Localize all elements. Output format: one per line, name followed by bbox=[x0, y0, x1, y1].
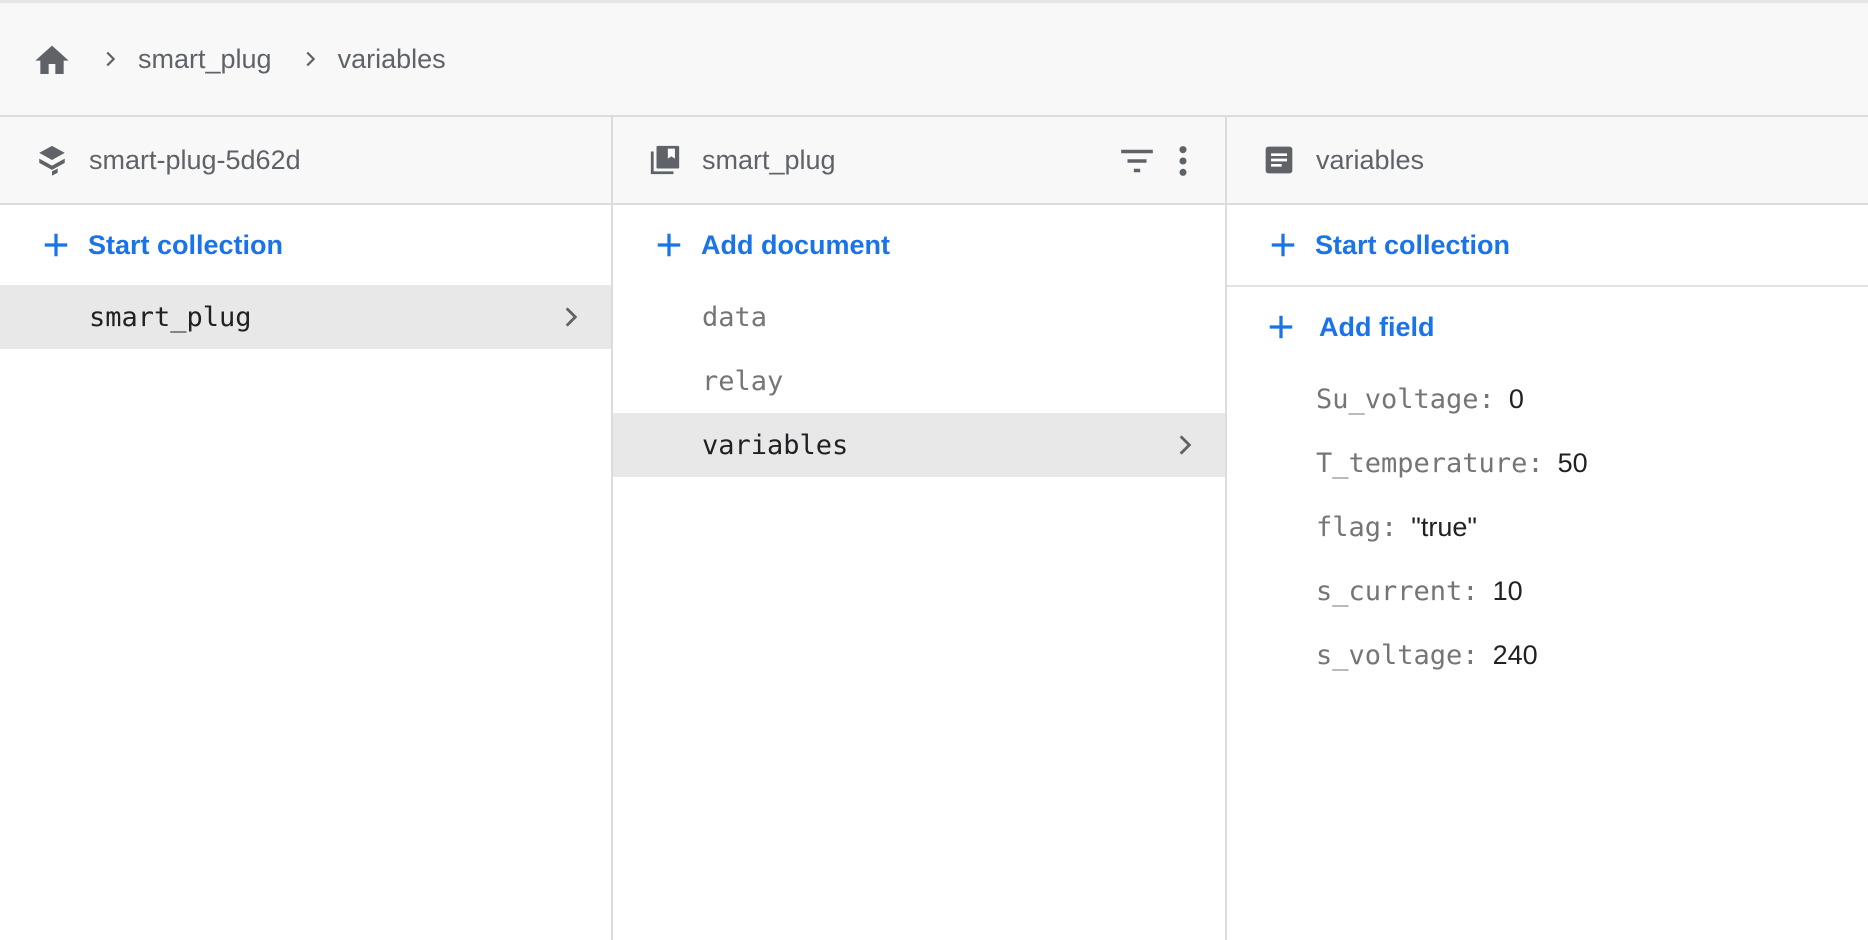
chevron-right-icon bbox=[1171, 431, 1199, 459]
field-key: Su_voltage: bbox=[1316, 383, 1495, 415]
start-collection-button[interactable]: Start collection bbox=[0, 205, 611, 285]
start-collection-label: Start collection bbox=[88, 229, 284, 260]
start-collection-button[interactable]: Start collection bbox=[1227, 205, 1868, 285]
field-key: s_current: bbox=[1316, 575, 1479, 607]
field-value: "true" bbox=[1411, 511, 1477, 542]
list-item[interactable]: relay bbox=[613, 349, 1225, 413]
project-title: smart-plug-5d62d bbox=[89, 144, 301, 175]
add-field-button[interactable]: Add field bbox=[1227, 287, 1868, 367]
list-item[interactable]: data bbox=[613, 285, 1225, 349]
plus-icon bbox=[653, 229, 685, 261]
add-document-button[interactable]: Add document bbox=[613, 205, 1225, 285]
field-value: 240 bbox=[1492, 639, 1538, 670]
document-title: variables bbox=[1316, 144, 1425, 175]
add-document-label: Add document bbox=[701, 229, 890, 260]
project-column-header: smart-plug-5d62d bbox=[0, 117, 611, 205]
field-key: flag: bbox=[1316, 511, 1398, 543]
document-name: relay bbox=[702, 365, 784, 397]
collection-name: smart_plug bbox=[89, 301, 252, 333]
field-row[interactable]: T_temperature: 50 bbox=[1227, 431, 1868, 495]
chevron-right-icon bbox=[557, 303, 585, 331]
collection-title: smart_plug bbox=[702, 144, 836, 175]
project-column: smart-plug-5d62d Start collection smart_… bbox=[0, 117, 613, 940]
field-value: 10 bbox=[1492, 575, 1523, 606]
field-value: 50 bbox=[1557, 447, 1588, 478]
filter-icon[interactable] bbox=[1115, 139, 1159, 183]
field-row[interactable]: s_current: 10 bbox=[1227, 559, 1868, 623]
add-field-label: Add field bbox=[1319, 311, 1435, 342]
field-row[interactable]: Su_voltage: 0 bbox=[1227, 367, 1868, 431]
plus-icon bbox=[1267, 229, 1299, 261]
breadcrumb-item-smart-plug[interactable]: smart_plug bbox=[138, 44, 272, 75]
document-name: data bbox=[702, 301, 768, 333]
collection-column: smart_plug Add document data relay varia… bbox=[613, 117, 1227, 940]
chevron-right-icon bbox=[98, 47, 122, 71]
document-icon bbox=[1261, 142, 1297, 178]
breadcrumb: smart_plug variables bbox=[0, 0, 1868, 117]
document-name: variables bbox=[702, 429, 849, 461]
home-icon[interactable] bbox=[32, 39, 72, 79]
field-key: s_voltage: bbox=[1316, 639, 1479, 671]
document-column-header: variables bbox=[1227, 117, 1868, 205]
plus-icon bbox=[1265, 311, 1297, 343]
chevron-right-icon bbox=[298, 47, 322, 71]
data-panel: smart-plug-5d62d Start collection smart_… bbox=[0, 117, 1868, 940]
start-collection-label: Start collection bbox=[1315, 229, 1511, 260]
document-column: variables Start collection Add field Su_… bbox=[1227, 117, 1868, 940]
field-row[interactable]: flag: "true" bbox=[1227, 495, 1868, 559]
plus-icon bbox=[40, 229, 72, 261]
field-row[interactable]: s_voltage: 240 bbox=[1227, 623, 1868, 687]
list-item[interactable]: variables bbox=[613, 413, 1225, 477]
field-value: 0 bbox=[1508, 383, 1524, 414]
collection-icon bbox=[647, 142, 683, 178]
collection-column-header: smart_plug bbox=[613, 117, 1225, 205]
list-item[interactable]: smart_plug bbox=[0, 285, 611, 349]
breadcrumb-item-variables[interactable]: variables bbox=[338, 44, 446, 75]
field-key: T_temperature: bbox=[1316, 447, 1544, 479]
more-vert-icon[interactable] bbox=[1161, 139, 1205, 183]
firestore-layers-icon bbox=[34, 142, 70, 178]
collection-header-actions bbox=[1113, 139, 1205, 183]
